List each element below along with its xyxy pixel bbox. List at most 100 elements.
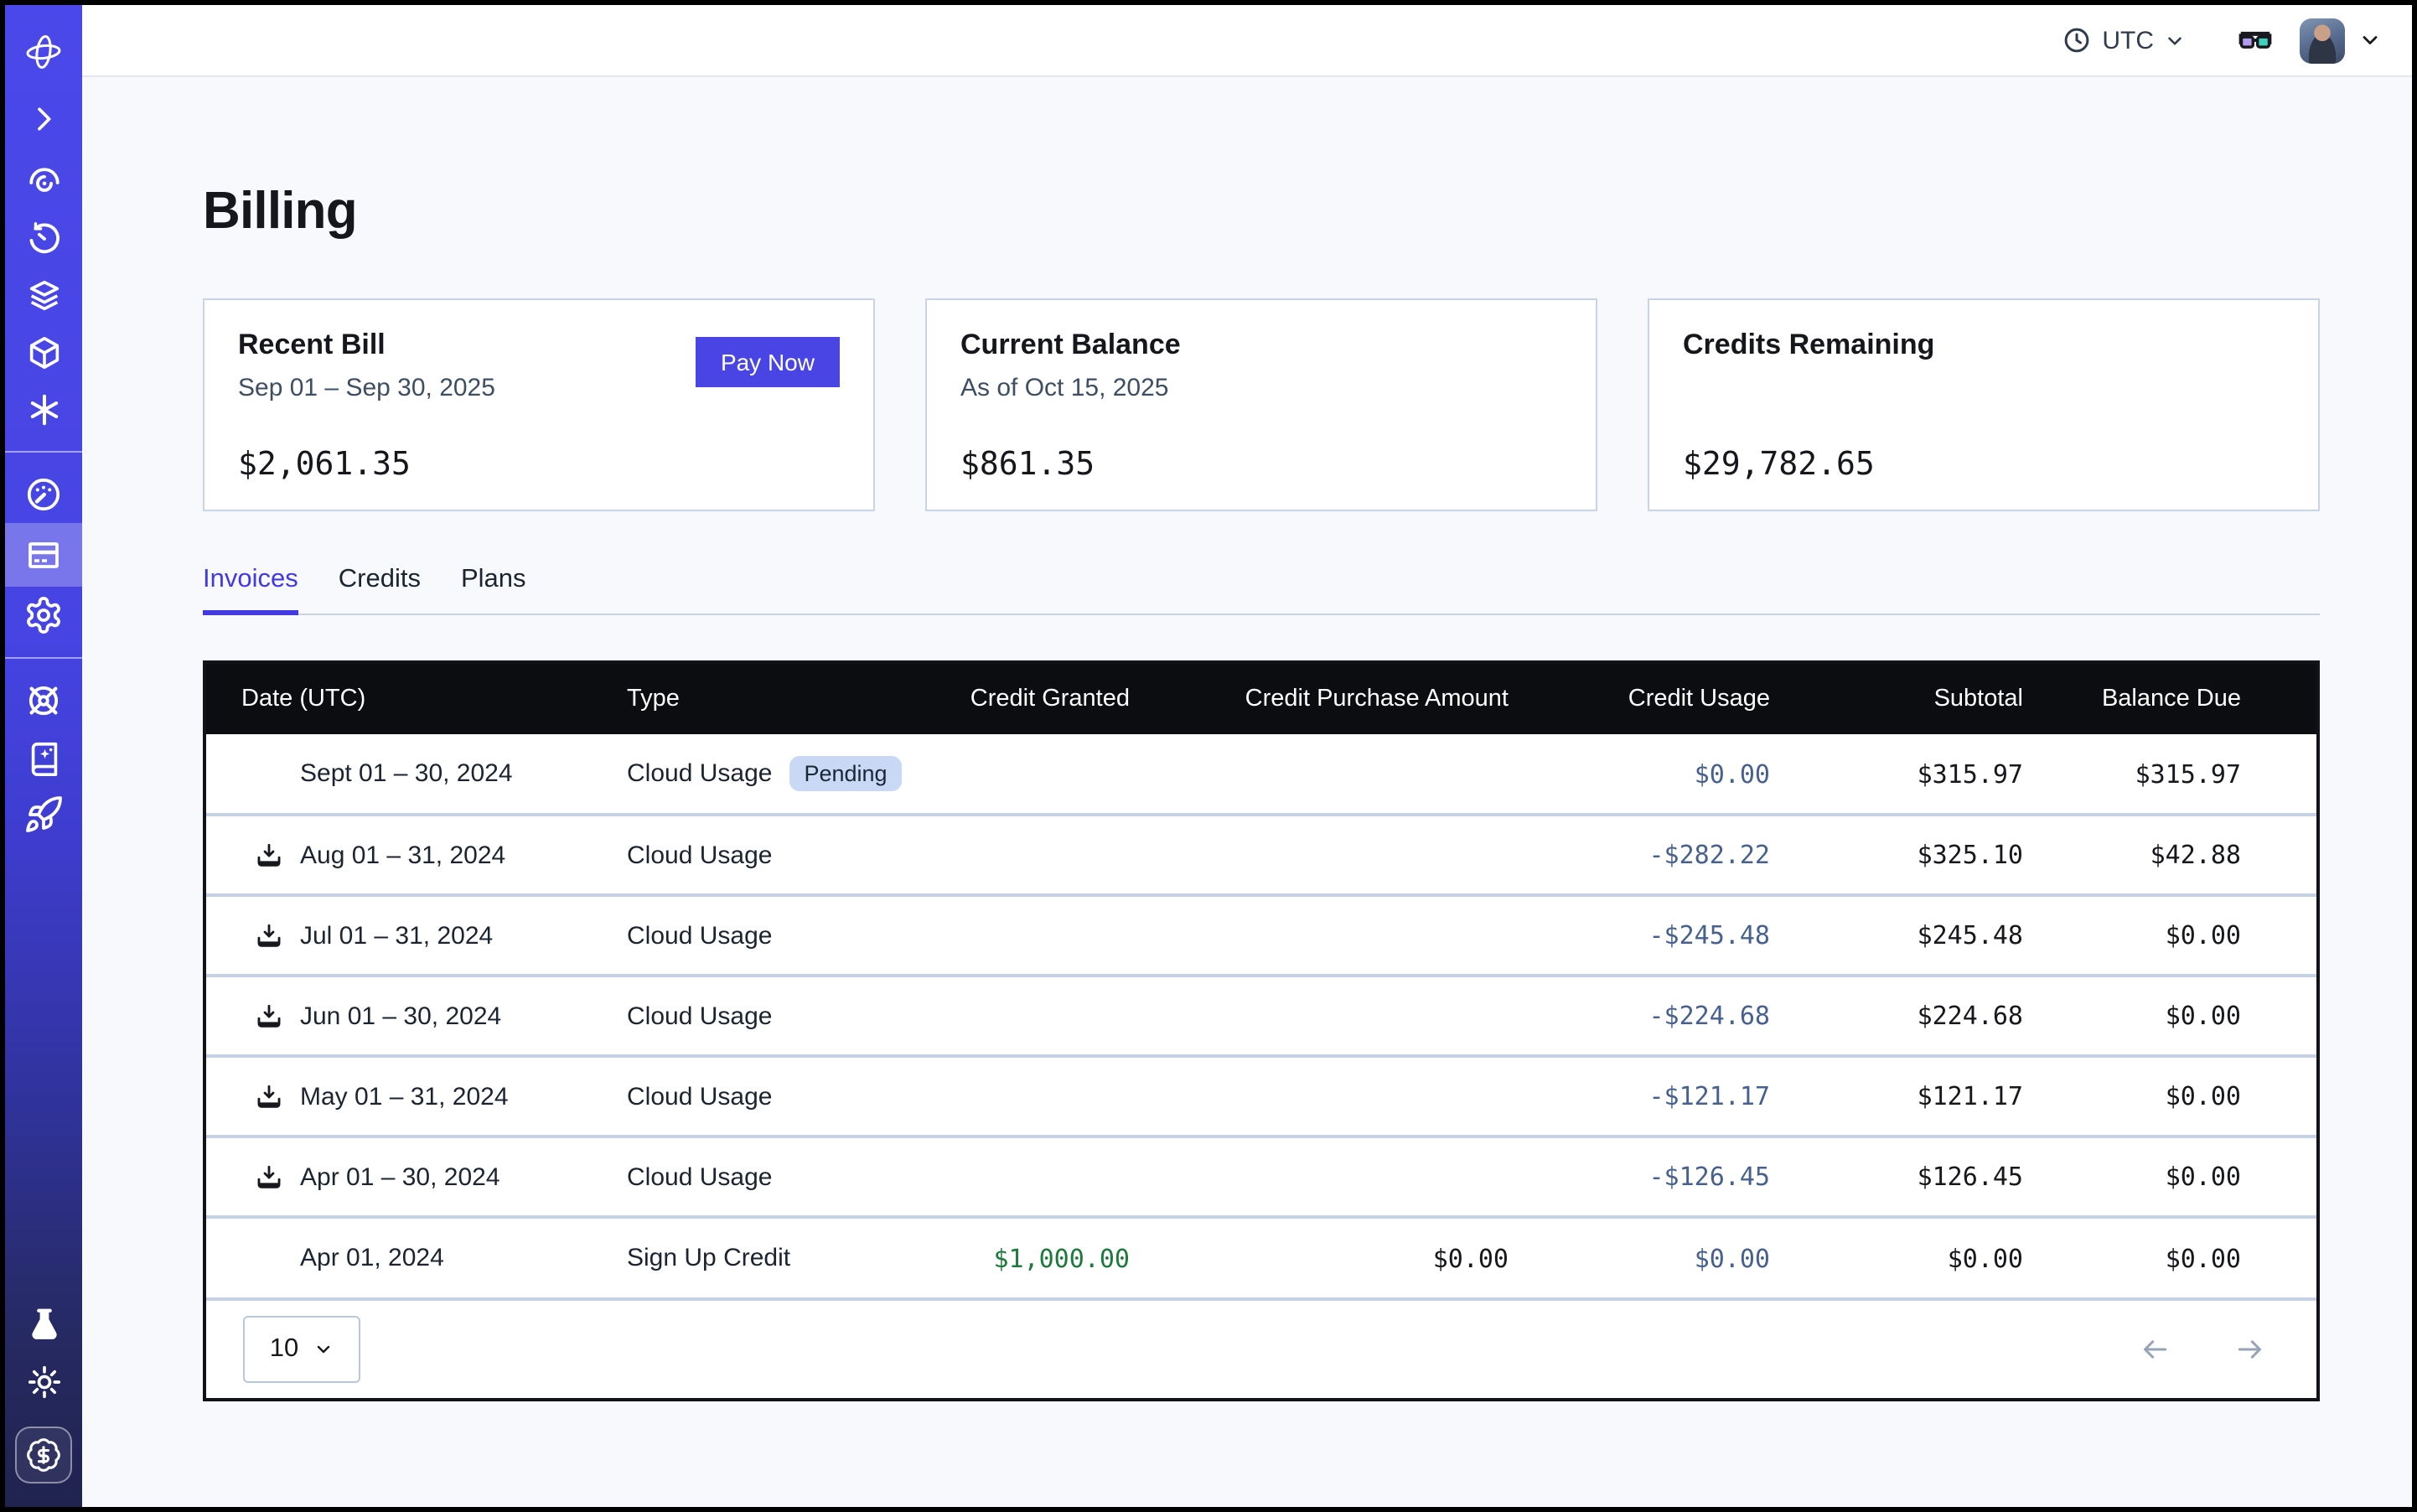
history-timer-icon[interactable]	[5, 210, 82, 267]
credit-usage-value: -$245.48	[1532, 895, 1793, 976]
balance-due-value: $0.00	[2047, 1217, 2316, 1297]
experiments-flask-icon[interactable]	[5, 1296, 82, 1353]
column-header: Type	[625, 664, 927, 734]
credits-dollar-badge-icon[interactable]	[15, 1427, 72, 1484]
credit-purchase-value	[1153, 734, 1532, 815]
usage-gauge-icon[interactable]	[5, 466, 82, 523]
status-badge: Pending	[789, 756, 902, 792]
column-header: Date (UTC)	[206, 664, 625, 734]
settings-gear-icon[interactable]	[5, 587, 82, 644]
theme-sun-icon[interactable]	[5, 1353, 82, 1410]
next-page-arrow-icon[interactable]	[2233, 1333, 2266, 1366]
subtotal-value: $315.97	[1793, 734, 2047, 815]
invoice-date: Apr 01, 2024	[300, 1244, 444, 1272]
sidebar-item-billing[interactable]	[5, 523, 82, 587]
chevron-down-icon	[2164, 29, 2186, 51]
asterisk-icon[interactable]	[5, 381, 82, 438]
balance-due-value: $0.00	[2047, 1137, 2316, 1217]
collapse-chevron-right-icon[interactable]	[5, 85, 82, 153]
invoice-date: Sept 01 – 30, 2024	[300, 759, 513, 788]
credit-purchase-value: $0.00	[1153, 1217, 1532, 1297]
credit-usage-value: -$121.17	[1532, 1056, 1793, 1137]
table-row: May 01 – 31, 2024 Cloud Usage -$121.17 $…	[206, 1056, 2316, 1137]
page-size-value: 10	[270, 1334, 299, 1364]
tab-credits[interactable]: Credits	[339, 565, 421, 615]
credit-card-icon	[23, 535, 64, 575]
sidebar	[5, 5, 82, 1507]
invoice-type: Cloud Usage	[627, 841, 772, 869]
table-body: Sept 01 – 30, 2024 Cloud Usage Pending $…	[206, 734, 2316, 1297]
tab-plans[interactable]: Plans	[461, 565, 526, 615]
invoice-date: Jul 01 – 31, 2024	[300, 921, 493, 950]
credit-usage-value: -$126.45	[1532, 1137, 1793, 1217]
support-wheel-icon[interactable]	[5, 672, 82, 729]
rocket-icon[interactable]	[5, 786, 82, 843]
prev-page-arrow-icon[interactable]	[2139, 1333, 2172, 1366]
app-window: UTC Billing	[0, 0, 2417, 1512]
balance-due-value: $42.88	[2047, 815, 2316, 895]
current-balance-card: Current Balance As of Oct 15, 2025 $861.…	[925, 298, 1597, 511]
billing-tabs: Invoices Credits Plans	[203, 565, 2320, 615]
tab-invoices[interactable]: Invoices	[203, 565, 298, 615]
billing-period: Sep 01 – Sep 30, 2025	[238, 374, 495, 402]
table-row: Aug 01 – 31, 2024 Cloud Usage -$282.22 $…	[206, 815, 2316, 895]
credit-usage-value: $0.00	[1532, 734, 1793, 815]
invoice-date: Aug 01 – 31, 2024	[300, 841, 505, 869]
docs-book-icon[interactable]	[5, 729, 82, 786]
main-content: Billing Recent Bill Sep 01 – Sep 30, 202…	[82, 77, 2412, 1507]
logo-orbit-icon[interactable]	[5, 18, 82, 85]
subtotal-value: $245.48	[1793, 895, 2047, 976]
subtotal-value: $0.00	[1793, 1217, 2047, 1297]
invoice-type: Cloud Usage	[627, 759, 772, 788]
column-header: Credit Usage	[1532, 664, 1793, 734]
topbar: UTC	[82, 5, 2412, 77]
credit-purchase-value	[1153, 815, 1532, 895]
as-of-date: As of Oct 15, 2025	[960, 374, 1562, 402]
cube-icon[interactable]	[5, 324, 82, 381]
invoices-table: Date (UTC)TypeCredit GrantedCredit Purch…	[203, 660, 2320, 1401]
credits-remaining-card: Credits Remaining $29,782.65	[1648, 298, 2320, 511]
subtotal-value: $224.68	[1793, 976, 2047, 1056]
page-title: Billing	[203, 181, 2320, 241]
timezone-selector[interactable]: UTC	[2062, 25, 2186, 55]
download-icon[interactable]	[255, 841, 283, 869]
column-header: Credit Granted	[927, 664, 1153, 734]
balance-due-value: $0.00	[2047, 895, 2316, 976]
invoice-date: Apr 01 – 30, 2024	[300, 1162, 500, 1191]
invoice-type: Cloud Usage	[627, 1002, 772, 1030]
layers-icon[interactable]	[5, 267, 82, 324]
table-row: Apr 01 – 30, 2024 Cloud Usage -$126.45 $…	[206, 1137, 2316, 1217]
download-icon[interactable]	[255, 1082, 283, 1111]
summary-cards: Recent Bill Sep 01 – Sep 30, 2025 Pay No…	[203, 298, 2320, 511]
invoice-date: May 01 – 31, 2024	[300, 1082, 509, 1111]
table-row: Sept 01 – 30, 2024 Cloud Usage Pending $…	[206, 734, 2316, 815]
invoice-type: Cloud Usage	[627, 1082, 772, 1111]
credit-granted-value	[927, 895, 1153, 976]
credit-granted-value	[927, 1137, 1153, 1217]
avatar[interactable]	[2300, 18, 2345, 63]
sidebar-divider	[5, 657, 82, 659]
table-header-row: Date (UTC)TypeCredit GrantedCredit Purch…	[206, 664, 2316, 734]
account-chevron-down-icon[interactable]	[2358, 28, 2382, 52]
invoice-type: Cloud Usage	[627, 921, 772, 950]
credit-granted-value: $1,000.00	[927, 1217, 1153, 1297]
right-pane: UTC Billing	[82, 5, 2412, 1507]
subtotal-value: $121.17	[1793, 1056, 2047, 1137]
observe-spiral-icon[interactable]	[5, 153, 82, 210]
credit-usage-value: $0.00	[1532, 1217, 1793, 1297]
subtotal-value: $126.45	[1793, 1137, 2047, 1217]
download-icon[interactable]	[255, 921, 283, 950]
goggles-icon[interactable]	[2236, 21, 2275, 60]
download-icon[interactable]	[255, 1002, 283, 1030]
subtotal-value: $325.10	[1793, 815, 2047, 895]
sidebar-divider	[5, 451, 82, 453]
download-icon[interactable]	[255, 1162, 283, 1191]
page-size-select[interactable]: 10	[243, 1316, 360, 1383]
credit-purchase-value	[1153, 976, 1532, 1056]
credit-granted-value	[927, 1056, 1153, 1137]
pay-now-button[interactable]: Pay Now	[696, 337, 840, 387]
column-header: Balance Due	[2047, 664, 2316, 734]
credit-purchase-value	[1153, 1137, 1532, 1217]
credit-usage-value: -$282.22	[1532, 815, 1793, 895]
table-row: Jun 01 – 30, 2024 Cloud Usage -$224.68 $…	[206, 976, 2316, 1056]
